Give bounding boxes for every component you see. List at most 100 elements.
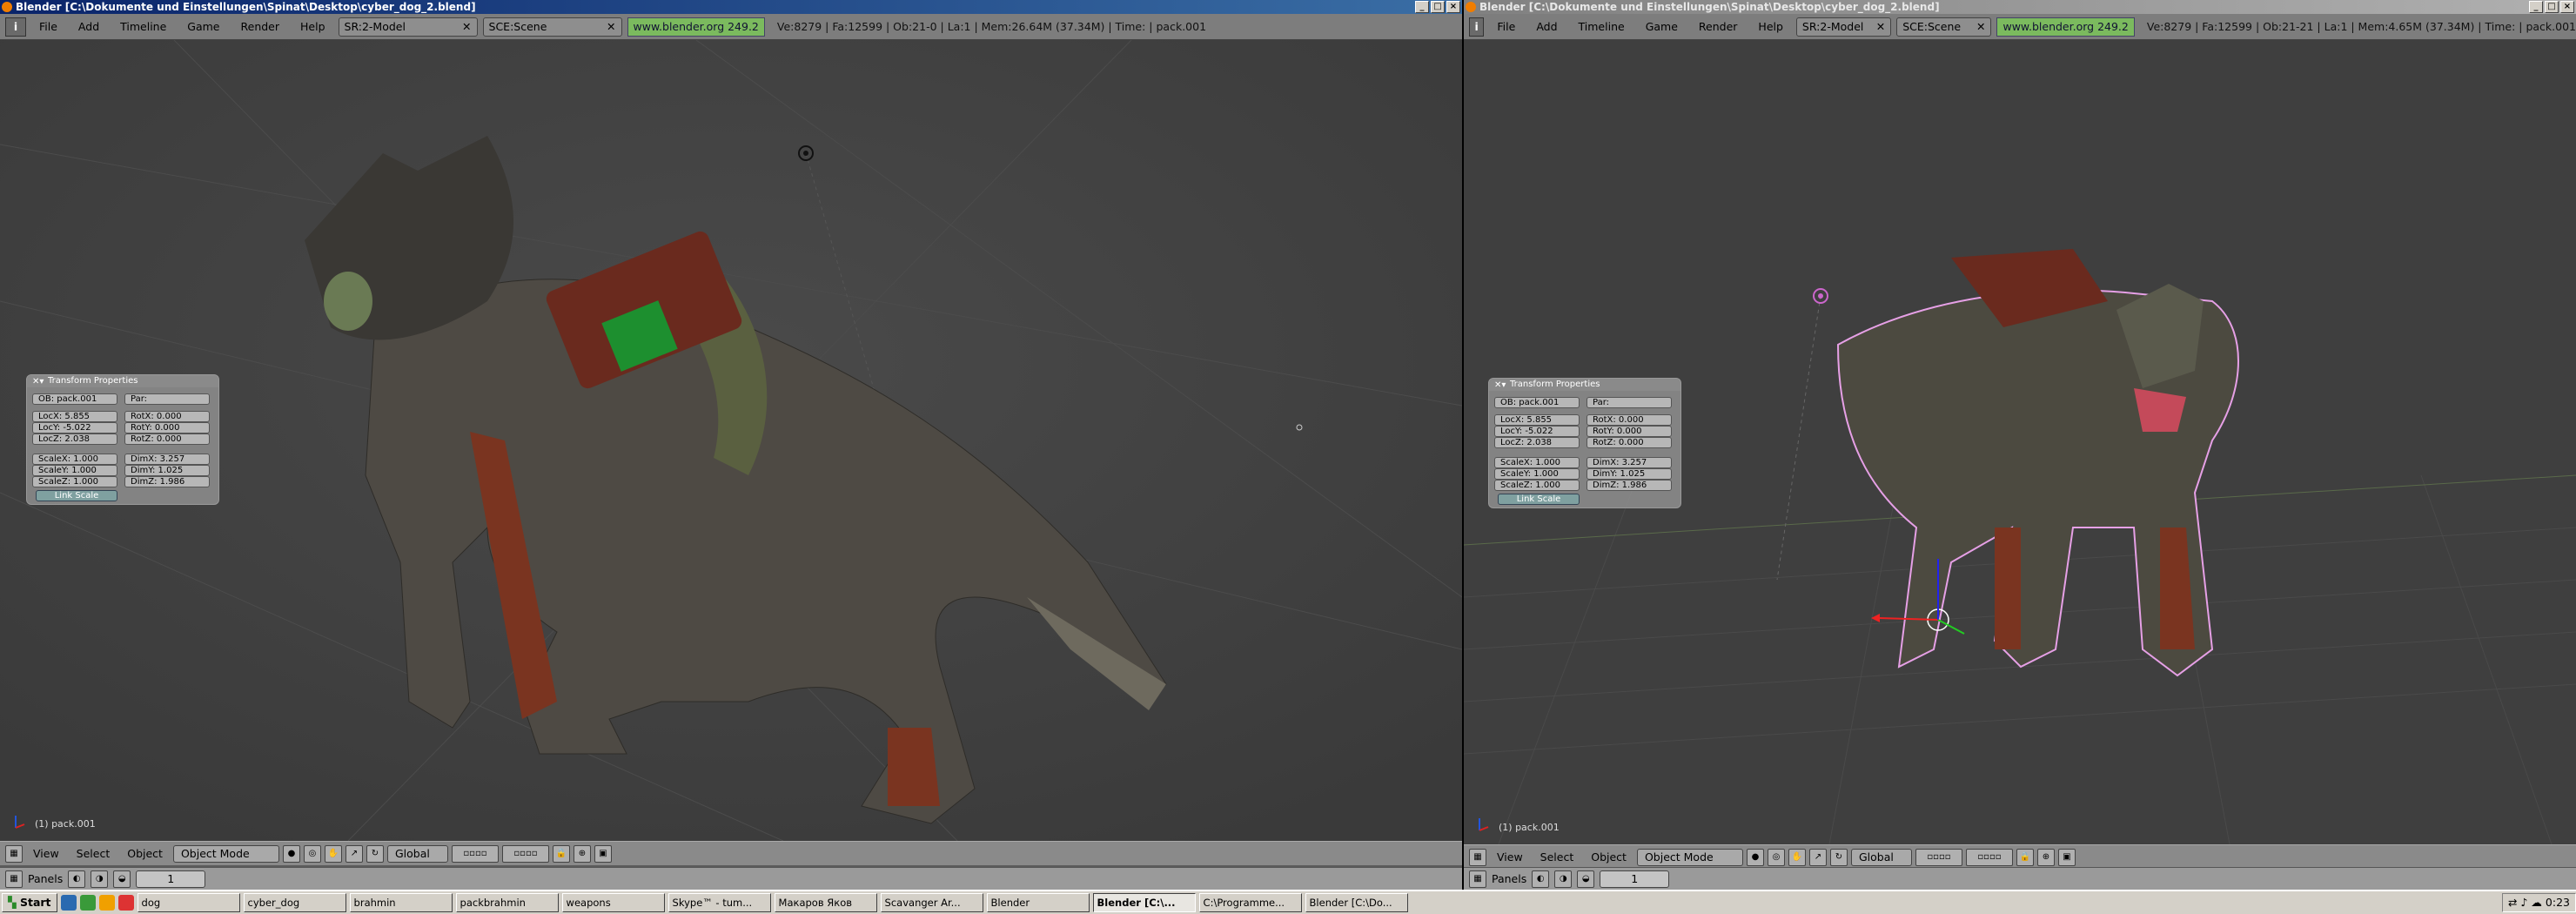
- tray-skype-icon[interactable]: ☁: [2531, 894, 2542, 911]
- taskbar-item[interactable]: brahmin: [349, 893, 453, 912]
- translate-icon[interactable]: ↗: [1808, 848, 1827, 866]
- taskbar-item[interactable]: Skype™ - tum...: [667, 893, 771, 912]
- transform-properties-panel[interactable]: ✕▾ Transform Properties OB: pack.001 Par:…: [1488, 378, 1681, 508]
- menu-file[interactable]: File: [31, 17, 65, 37]
- taskbar-item[interactable]: dog: [137, 893, 240, 912]
- menu-select[interactable]: Select: [1533, 850, 1581, 864]
- close-button[interactable]: ×: [1446, 1, 1460, 13]
- taskbar-item[interactable]: weapons: [561, 893, 665, 912]
- scaley-field[interactable]: ScaleY: 1.000: [1494, 468, 1580, 480]
- dimz-field[interactable]: DimZ: 1.986: [124, 476, 210, 487]
- taskbar-item[interactable]: Blender [C:\Do...: [1305, 893, 1408, 912]
- minimize-button[interactable]: _: [1415, 1, 1429, 13]
- quicklaunch-folder-icon[interactable]: [98, 895, 115, 911]
- layer-buttons[interactable]: ▫▫▫▫: [1915, 848, 1962, 866]
- panel-icon[interactable]: ◐: [68, 870, 86, 888]
- menu-object[interactable]: Object: [1584, 850, 1633, 864]
- menu-game[interactable]: Game: [179, 17, 227, 37]
- maximize-button[interactable]: □: [1431, 1, 1445, 13]
- close-button[interactable]: ×: [2560, 1, 2574, 13]
- locz-field[interactable]: LocZ: 2.038: [32, 433, 117, 445]
- menu-game[interactable]: Game: [1638, 17, 1686, 37]
- taskbar-item[interactable]: packbrahmin: [455, 893, 559, 912]
- menu-add[interactable]: Add: [70, 17, 107, 37]
- scalez-field[interactable]: ScaleZ: 1.000: [1494, 480, 1580, 491]
- render-icon[interactable]: ▣: [2057, 848, 2076, 866]
- hand-icon[interactable]: ✋: [324, 844, 342, 863]
- minimize-button[interactable]: _: [2529, 1, 2543, 13]
- locx-field[interactable]: LocX: 5.855: [1494, 414, 1580, 426]
- rotz-field[interactable]: RotZ: 0.000: [1587, 437, 1672, 448]
- rotx-field[interactable]: RotX: 0.000: [1587, 414, 1672, 426]
- title-bar[interactable]: Blender [C:\Dokumente und Einstellungen\…: [1464, 0, 2576, 14]
- title-bar[interactable]: Blender [C:\Dokumente und Einstellungen\…: [0, 0, 1462, 14]
- blender-url-link[interactable]: www.blender.org 249.2: [627, 17, 765, 37]
- panel-icon[interactable]: ◒: [113, 870, 131, 888]
- 3d-viewport[interactable]: ✕▾ Transform Properties OB: pack.001 Par:…: [1464, 40, 2576, 844]
- dimz-field[interactable]: DimZ: 1.986: [1587, 480, 1672, 491]
- link-scale-button[interactable]: Link Scale: [36, 490, 117, 501]
- editor-type-icon[interactable]: ▦: [1469, 848, 1486, 866]
- locy-field[interactable]: LocY: -5.022: [32, 422, 117, 433]
- close-icon[interactable]: ✕: [455, 18, 471, 36]
- frame-field[interactable]: 1: [1600, 870, 1670, 888]
- rotate-icon[interactable]: ↻: [1829, 848, 1848, 866]
- close-icon[interactable]: ✕: [600, 18, 615, 36]
- taskbar-item[interactable]: cyber_dog: [243, 893, 346, 912]
- 3d-viewport[interactable]: ✕▾ Transform Properties OB: pack.001 Par:…: [0, 40, 1462, 841]
- scalex-field[interactable]: ScaleX: 1.000: [1494, 457, 1580, 468]
- panel-icon[interactable]: ◒: [1577, 870, 1595, 888]
- pivot-icon[interactable]: ◎: [303, 844, 321, 863]
- taskbar-item[interactable]: Макаров Яков: [774, 893, 877, 912]
- menu-select[interactable]: Select: [70, 847, 117, 860]
- taskbar-item[interactable]: C:\Programme...: [1198, 893, 1302, 912]
- scalez-field[interactable]: ScaleZ: 1.000: [32, 476, 117, 487]
- taskbar-item[interactable]: Scavanger Ar...: [880, 893, 983, 912]
- link-scale-button[interactable]: Link Scale: [1498, 494, 1580, 505]
- lock-icon[interactable]: 🔒: [552, 844, 570, 863]
- panel-icon[interactable]: ◑: [1554, 870, 1573, 888]
- hand-icon[interactable]: ✋: [1788, 848, 1806, 866]
- dimx-field[interactable]: DimX: 3.257: [124, 454, 210, 465]
- mode-dropdown[interactable]: Object Mode: [1636, 848, 1743, 866]
- screen-selector[interactable]: SR:2-Model ✕: [338, 17, 478, 37]
- tray-network-icon[interactable]: ⇄: [2508, 894, 2517, 911]
- panel-icon[interactable]: ◐: [1532, 870, 1550, 888]
- editor-type-icon[interactable]: ▦: [1469, 870, 1486, 888]
- editor-type-icon[interactable]: ▦: [5, 870, 23, 888]
- panel-icon[interactable]: ◑: [91, 870, 109, 888]
- translate-icon[interactable]: ↗: [345, 844, 363, 863]
- pivot-icon[interactable]: ◎: [1767, 848, 1785, 866]
- mode-dropdown[interactable]: Object Mode: [172, 844, 279, 863]
- dimy-field[interactable]: DimY: 1.025: [1587, 468, 1672, 480]
- orientation-dropdown[interactable]: Global: [1850, 848, 1912, 866]
- frame-field[interactable]: 1: [136, 870, 206, 888]
- taskbar-item-active[interactable]: Blender [C:\...: [1092, 893, 1196, 912]
- parent-field[interactable]: Par:: [124, 393, 210, 405]
- screen-selector[interactable]: SR:2-Model ✕: [1795, 17, 1892, 37]
- draw-type-icon[interactable]: ●: [282, 844, 300, 863]
- render-icon[interactable]: ▣: [594, 844, 612, 863]
- object-name-field[interactable]: OB: pack.001: [32, 393, 117, 405]
- taskbar-item[interactable]: Blender: [986, 893, 1090, 912]
- menu-render[interactable]: Render: [1691, 17, 1746, 37]
- rotate-icon[interactable]: ↻: [366, 844, 384, 863]
- quicklaunch-desktop-icon[interactable]: [60, 895, 77, 911]
- layer-buttons-2[interactable]: ▫▫▫▫: [1965, 848, 2013, 866]
- object-name-field[interactable]: OB: pack.001: [1494, 397, 1580, 408]
- rotz-field[interactable]: RotZ: 0.000: [124, 433, 210, 445]
- parent-field[interactable]: Par:: [1587, 397, 1672, 408]
- menu-add[interactable]: Add: [1528, 17, 1565, 37]
- roty-field[interactable]: RotY: 0.000: [124, 422, 210, 433]
- quicklaunch-app-icon[interactable]: [117, 895, 134, 911]
- draw-type-icon[interactable]: ●: [1746, 848, 1764, 866]
- layer-buttons-2[interactable]: ▫▫▫▫: [501, 844, 549, 863]
- panels-label[interactable]: Panels: [1492, 872, 1526, 885]
- scene-selector[interactable]: SCE:Scene ✕: [482, 17, 622, 37]
- scene-selector[interactable]: SCE:Scene ✕: [1896, 17, 1992, 37]
- menu-render[interactable]: Render: [233, 17, 288, 37]
- roty-field[interactable]: RotY: 0.000: [1587, 426, 1672, 437]
- locx-field[interactable]: LocX: 5.855: [32, 411, 117, 422]
- snap-icon[interactable]: ⊕: [573, 844, 591, 863]
- snap-icon[interactable]: ⊕: [2036, 848, 2055, 866]
